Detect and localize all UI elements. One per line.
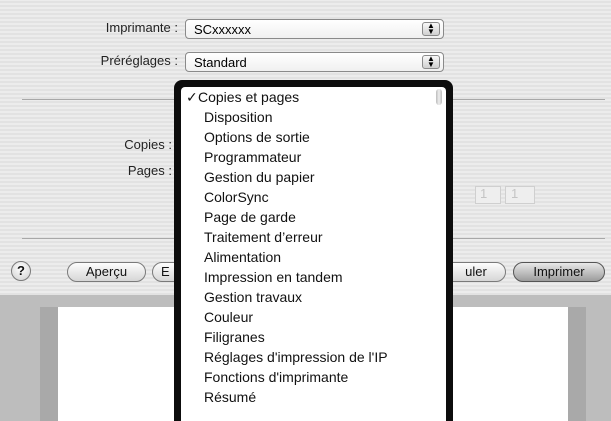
menu-item-reglages-impression-ip[interactable]: Réglages d'impression de l'IP xyxy=(181,347,446,367)
hidden-pages-to-box xyxy=(505,186,535,204)
presets-label: Préréglages : xyxy=(100,53,178,68)
presets-value: Standard xyxy=(194,55,247,70)
menu-item-resume[interactable]: Résumé xyxy=(181,387,446,407)
menu-item-fonctions-imprimante[interactable]: Fonctions d'imprimante xyxy=(181,367,446,387)
presets-popup[interactable]: Standard ▲ ▼ xyxy=(185,52,444,72)
menu-item-copies-et-pages[interactable]: ✓Copies et pages xyxy=(181,87,446,107)
hidden-pages-from: 1 xyxy=(480,186,488,201)
cancel-button-label-right: uler xyxy=(465,264,487,279)
menu-list: ✓Copies et pages Disposition Options de … xyxy=(181,87,446,421)
separator-bottom-right xyxy=(453,238,605,239)
up-down-arrows-icon: ▲ ▼ xyxy=(422,55,440,69)
preview-button-label: Aperçu xyxy=(85,264,128,279)
printer-label: Imprimante : xyxy=(105,20,178,35)
menu-item-page-de-garde[interactable]: Page de garde xyxy=(181,207,446,227)
save-pdf-button-label: E xyxy=(161,264,170,279)
menu-item-gestion-travaux[interactable]: Gestion travaux xyxy=(181,287,446,307)
check-icon: ✓ xyxy=(186,89,198,105)
up-down-arrows-icon: ▲ ▼ xyxy=(422,22,440,36)
menu-item-label: Copies et pages xyxy=(198,89,300,105)
print-button[interactable]: Imprimer xyxy=(513,262,605,282)
menu-item-programmateur[interactable]: Programmateur xyxy=(181,147,446,167)
menu-item-impression-en-tandem[interactable]: Impression en tandem xyxy=(181,267,446,287)
separator-bottom xyxy=(22,238,174,239)
menu-item-filigranes[interactable]: Filigranes xyxy=(181,327,446,347)
menu-item-alimentation[interactable]: Alimentation xyxy=(181,247,446,267)
print-button-label: Imprimer xyxy=(533,264,585,279)
menu-item-traitement-erreur[interactable]: Traitement d’erreur xyxy=(181,227,446,247)
menu-scroll-indicator[interactable] xyxy=(436,89,442,105)
help-button[interactable]: ? xyxy=(11,261,31,281)
menu-item-gestion-du-papier[interactable]: Gestion du papier xyxy=(181,167,446,187)
preview-page-shadow-left xyxy=(40,307,58,421)
pages-label: Pages : xyxy=(127,163,172,178)
print-options-menu: ✓Copies et pages Disposition Options de … xyxy=(174,80,453,421)
menu-item-disposition[interactable]: Disposition xyxy=(181,107,446,127)
separator-top-right xyxy=(453,99,605,100)
menu-item-couleur[interactable]: Couleur xyxy=(181,307,446,327)
preview-page-shadow-right xyxy=(568,307,586,421)
copies-label: Copies : xyxy=(124,137,172,152)
printer-popup[interactable]: SCxxxxxx ▲ ▼ xyxy=(185,19,444,39)
preview-button[interactable]: Aperçu xyxy=(67,262,146,282)
printer-value: SCxxxxxx xyxy=(194,22,252,37)
menu-item-colorsync[interactable]: ColorSync xyxy=(181,187,446,207)
menu-item-options-de-sortie[interactable]: Options de sortie xyxy=(181,127,446,147)
hidden-pages-to: 1 xyxy=(511,186,519,201)
separator-top xyxy=(22,99,174,100)
hidden-pages-from-box xyxy=(475,186,501,204)
